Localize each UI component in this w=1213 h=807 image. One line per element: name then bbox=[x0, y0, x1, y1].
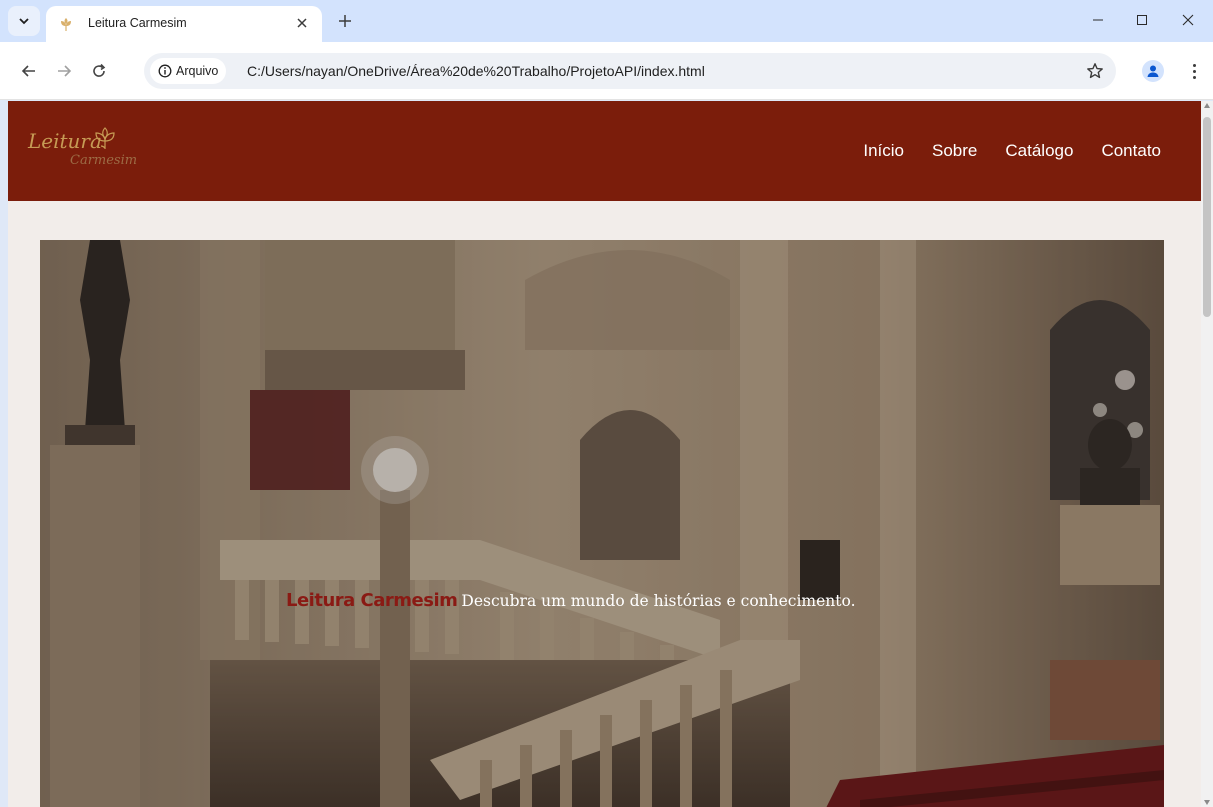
address-bar[interactable]: Arquivo C:/Users/nayan/OneDrive/Área%20d… bbox=[144, 53, 1116, 89]
page-scrollbar[interactable] bbox=[1201, 101, 1213, 807]
main-nav: Início Sobre Catálogo Contato bbox=[863, 141, 1161, 161]
maximize-button[interactable] bbox=[1119, 6, 1165, 34]
dot-icon bbox=[1192, 63, 1196, 67]
browser-menu-button[interactable] bbox=[1186, 59, 1202, 83]
flower-icon bbox=[61, 18, 71, 31]
nav-link-inicio[interactable]: Início bbox=[863, 141, 904, 161]
hero-overlay bbox=[40, 240, 1164, 807]
minimize-button[interactable] bbox=[1075, 6, 1121, 34]
plus-icon bbox=[339, 15, 351, 27]
reload-button[interactable] bbox=[86, 58, 112, 84]
chevron-down-icon bbox=[19, 18, 29, 25]
url-text[interactable]: C:/Users/nayan/OneDrive/Área%20de%20Trab… bbox=[247, 63, 705, 79]
arrow-right-icon bbox=[58, 65, 72, 77]
close-tab-button[interactable] bbox=[292, 13, 312, 33]
logo-text-line2: Carmesim bbox=[70, 153, 138, 168]
browser-toolbar: Arquivo C:/Users/nayan/OneDrive/Área%20d… bbox=[0, 42, 1213, 100]
dot-icon bbox=[1192, 69, 1196, 73]
close-icon bbox=[1182, 14, 1194, 26]
hero-caption: Leitura Carmesim Descubra um mundo de hi… bbox=[286, 590, 856, 611]
nav-link-sobre[interactable]: Sobre bbox=[932, 141, 977, 161]
scroll-down-arrow[interactable] bbox=[1204, 800, 1210, 805]
tab-title: Leitura Carmesim bbox=[88, 16, 187, 30]
profile-button[interactable] bbox=[1142, 60, 1164, 82]
info-icon bbox=[158, 64, 172, 78]
tab-search-button[interactable] bbox=[8, 6, 40, 36]
arrow-left-icon bbox=[21, 65, 35, 77]
page-viewport: Leitura Carmesim Início Sobre Catálogo C… bbox=[8, 101, 1201, 807]
site-logo[interactable]: Leitura Carmesim bbox=[24, 123, 154, 179]
scroll-thumb[interactable] bbox=[1203, 117, 1211, 317]
user-icon bbox=[1147, 65, 1159, 77]
maximize-icon bbox=[1137, 15, 1147, 25]
nav-link-contato[interactable]: Contato bbox=[1101, 141, 1161, 161]
site-info-chip[interactable]: Arquivo bbox=[150, 58, 227, 84]
site-header: Leitura Carmesim Início Sobre Catálogo C… bbox=[8, 101, 1201, 201]
hero-banner: Leitura Carmesim Descubra um mundo de hi… bbox=[40, 240, 1164, 807]
new-tab-button[interactable] bbox=[332, 8, 358, 34]
close-window-button[interactable] bbox=[1165, 6, 1211, 34]
minimize-icon bbox=[1093, 19, 1103, 21]
browser-tab[interactable]: Leitura Carmesim bbox=[46, 6, 322, 42]
site-chip-label: Arquivo bbox=[176, 64, 219, 78]
nav-link-catalogo[interactable]: Catálogo bbox=[1005, 141, 1073, 161]
dot-icon bbox=[1192, 75, 1196, 79]
hero-brand-title: Leitura Carmesim bbox=[286, 590, 458, 611]
flower-icon bbox=[95, 127, 115, 149]
reload-icon bbox=[93, 63, 106, 77]
back-button[interactable] bbox=[16, 58, 42, 84]
tab-strip: Leitura Carmesim bbox=[0, 0, 1213, 42]
logo-text-line1: Leitura bbox=[28, 129, 102, 153]
hero-tagline: Descubra um mundo de histórias e conheci… bbox=[461, 592, 856, 610]
scroll-up-arrow[interactable] bbox=[1204, 103, 1210, 108]
forward-button[interactable] bbox=[51, 58, 77, 84]
bookmark-button[interactable] bbox=[1083, 59, 1107, 83]
star-icon bbox=[1087, 63, 1103, 79]
close-icon bbox=[297, 18, 307, 28]
